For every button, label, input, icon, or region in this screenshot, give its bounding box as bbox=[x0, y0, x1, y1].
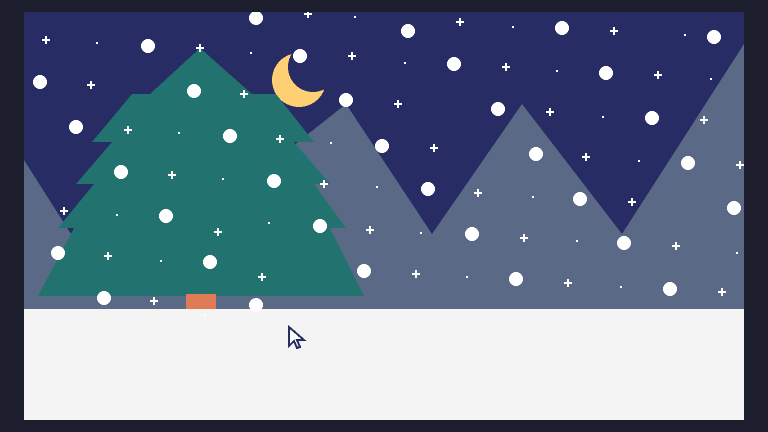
scene-svg bbox=[24, 12, 744, 420]
snow-speck bbox=[268, 222, 270, 224]
snow-speck bbox=[354, 16, 356, 18]
snow-speck bbox=[96, 42, 98, 44]
snowflake bbox=[33, 75, 47, 89]
snow-speck bbox=[512, 26, 514, 28]
game-frame bbox=[0, 0, 768, 432]
snow-speck bbox=[160, 260, 162, 262]
snowflake bbox=[357, 264, 371, 278]
snow-speck bbox=[638, 160, 640, 162]
snowflake bbox=[401, 24, 415, 38]
snowflake bbox=[465, 227, 479, 241]
snowflake bbox=[599, 66, 613, 80]
snowflake bbox=[617, 236, 631, 250]
snow-speck bbox=[620, 286, 622, 288]
snow-speck bbox=[250, 52, 252, 54]
snow-speck bbox=[222, 178, 224, 180]
snowflake bbox=[375, 139, 389, 153]
snowflake bbox=[555, 21, 569, 35]
snow-speck bbox=[376, 186, 378, 188]
snowflake bbox=[707, 30, 721, 44]
snowflake bbox=[529, 147, 543, 161]
snowflake bbox=[141, 39, 155, 53]
snowflake bbox=[573, 192, 587, 206]
snow-speck bbox=[420, 232, 422, 234]
snow-speck bbox=[602, 116, 604, 118]
snowflake bbox=[187, 84, 201, 98]
snowflake bbox=[491, 102, 505, 116]
snow-speck bbox=[556, 70, 558, 72]
snowflake bbox=[223, 129, 237, 143]
snow-ground bbox=[24, 309, 744, 420]
snowflake bbox=[509, 272, 523, 286]
snow-speck bbox=[178, 132, 180, 134]
snowflake bbox=[313, 219, 327, 233]
snowflake bbox=[203, 255, 217, 269]
snow-speck bbox=[710, 78, 712, 80]
snowflake bbox=[645, 111, 659, 125]
snowflake bbox=[51, 246, 65, 260]
snow-speck bbox=[736, 252, 738, 254]
snowflake bbox=[681, 156, 695, 170]
snow-speck bbox=[466, 276, 468, 278]
snowflake bbox=[97, 291, 111, 305]
snowflake bbox=[663, 282, 677, 296]
snowflake bbox=[159, 209, 173, 223]
snowflake bbox=[267, 174, 281, 188]
game-canvas[interactable] bbox=[24, 12, 744, 420]
snow-speck bbox=[330, 142, 332, 144]
snowflake bbox=[727, 201, 741, 215]
snow-speck bbox=[204, 314, 206, 316]
snowflake bbox=[69, 120, 83, 134]
snowflake bbox=[339, 93, 353, 107]
snowflake bbox=[293, 49, 307, 63]
snow-speck bbox=[116, 214, 118, 216]
snowflake bbox=[421, 182, 435, 196]
snowflake bbox=[447, 57, 461, 71]
snow-speck bbox=[684, 34, 686, 36]
snow-speck bbox=[404, 62, 406, 64]
snow-speck bbox=[576, 240, 578, 242]
snowflake bbox=[249, 298, 263, 312]
snowflake bbox=[114, 165, 128, 179]
snow-speck bbox=[532, 196, 534, 198]
